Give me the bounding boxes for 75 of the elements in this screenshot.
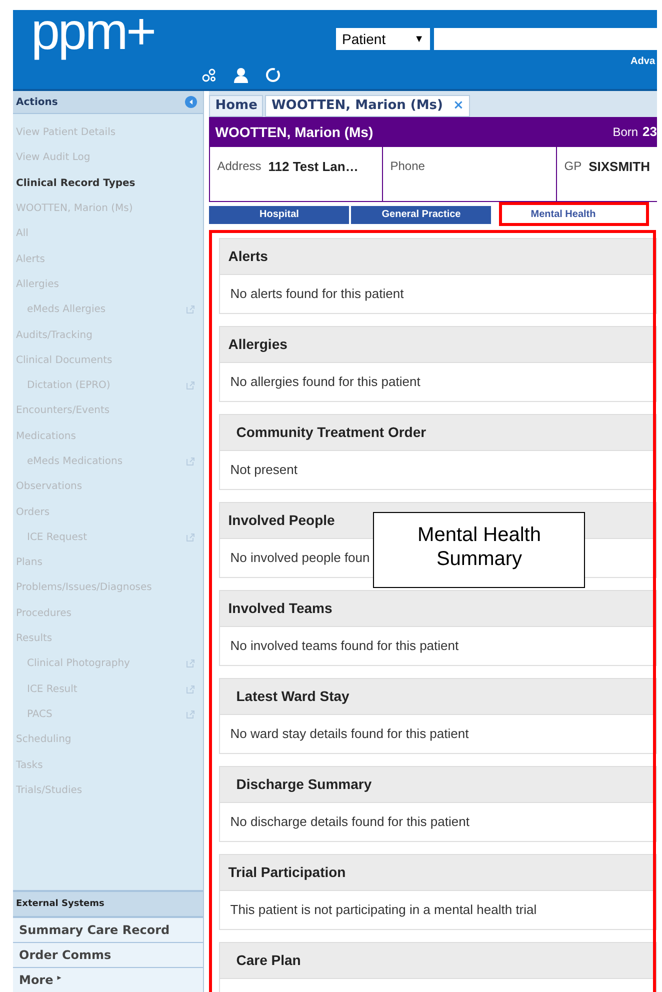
sidebar-item[interactable]: Encounters/Events bbox=[16, 405, 110, 416]
card-title: Care Plan bbox=[220, 943, 656, 979]
sidebar-item[interactable]: Audits/Tracking bbox=[16, 330, 92, 341]
sidebar-item[interactable]: Alerts bbox=[16, 254, 46, 265]
sidebar-item[interactable]: eMeds Allergies bbox=[27, 304, 106, 316]
sidebar-item[interactable]: Problems/Issues/Diagnoses bbox=[16, 582, 152, 594]
sidebar-item[interactable]: Allergies bbox=[16, 278, 59, 290]
gears-icon[interactable] bbox=[201, 67, 217, 83]
app-logo: ppm+ bbox=[31, 2, 155, 62]
refresh-icon[interactable] bbox=[265, 67, 281, 83]
card-title: Involved Teams bbox=[220, 591, 656, 627]
card-text: This patient is not participating in a mental health trial bbox=[230, 902, 537, 917]
card-text: No alerts found for this patient bbox=[230, 286, 404, 301]
card-title: Allergies bbox=[220, 327, 656, 363]
field-value: SIXSMITH bbox=[588, 159, 650, 176]
card-title: Alerts bbox=[220, 239, 656, 275]
card-text: Not present bbox=[230, 462, 298, 477]
card-text: No involved people foun bbox=[230, 550, 370, 565]
sidebar-heading: Clinical Record Types bbox=[15, 176, 136, 191]
field-label: GP bbox=[564, 159, 582, 175]
external-system-link[interactable]: Order Comms bbox=[13, 943, 204, 968]
external-system-link[interactable]: More ▸ bbox=[13, 968, 204, 992]
external-link-icon[interactable] bbox=[186, 710, 196, 719]
card-text: No ward stay details found for this patient bbox=[230, 726, 469, 741]
sidebar-item[interactable]: ICE Request bbox=[27, 532, 88, 543]
sidebar-item[interactable]: Orders bbox=[16, 506, 50, 518]
sidebar-item[interactable]: PACS bbox=[27, 708, 52, 720]
sidebar-item[interactable]: Dictation (EPRO) bbox=[27, 380, 110, 392]
advanced-search-link[interactable]: Adva bbox=[630, 56, 655, 67]
collapse-icon[interactable] bbox=[185, 96, 198, 108]
page-tab[interactable]: Home bbox=[209, 95, 264, 117]
card-title: Community Treatment Order bbox=[220, 415, 656, 451]
external-link-icon[interactable] bbox=[186, 305, 196, 314]
card-text: No allergies found for this patient bbox=[230, 374, 420, 389]
sidebar-item[interactable]: Clinical Documents bbox=[16, 354, 112, 366]
external-link-icon[interactable] bbox=[186, 457, 196, 466]
sidebar-item[interactable]: ICE Result bbox=[27, 684, 78, 695]
sidebar-item[interactable]: Results bbox=[16, 633, 52, 644]
search-type-dropdown[interactable]: Patient ▼ bbox=[336, 28, 430, 50]
patient-name: WOOTTEN, Marion (Ms) bbox=[215, 124, 374, 140]
sidebar-item[interactable]: View Audit Log bbox=[16, 152, 90, 164]
sidebar-item[interactable]: Observations bbox=[16, 481, 82, 492]
external-link-icon[interactable] bbox=[186, 532, 196, 542]
external-link-icon[interactable] bbox=[186, 659, 196, 668]
sidebar-item[interactable]: Clinical Photography bbox=[27, 658, 130, 670]
card-text: No involved teams found for this patient bbox=[230, 638, 459, 653]
sidebar-item[interactable]: eMeds Medications bbox=[27, 456, 123, 467]
sidebar-item[interactable]: All bbox=[16, 228, 28, 240]
field-value: 112 Test Lan… bbox=[268, 159, 358, 176]
field-label: Phone bbox=[390, 159, 425, 175]
card-text: No discharge details found for this patient bbox=[230, 814, 470, 829]
sidebar-item[interactable]: WOOTTEN, Marion (Ms) bbox=[16, 203, 133, 214]
user-icon[interactable] bbox=[233, 67, 249, 83]
card-title: Trial Participation bbox=[220, 855, 656, 891]
callout-box: Mental Health Summary bbox=[373, 512, 586, 588]
sidebar-item[interactable]: Medications bbox=[16, 430, 76, 442]
field-label: Address bbox=[217, 159, 262, 175]
sidebar-item[interactable]: View Patient Details bbox=[16, 127, 116, 138]
born-label: Born bbox=[612, 125, 638, 139]
sidebar-item[interactable]: Trials/Studies bbox=[16, 784, 82, 796]
sidebar-title: Actions bbox=[16, 96, 58, 108]
external-systems-header: External Systems bbox=[13, 890, 204, 918]
card-title: Discharge Summary bbox=[220, 767, 656, 803]
sidebar-item[interactable]: Plans bbox=[16, 557, 42, 568]
sidebar-item[interactable]: Scheduling bbox=[16, 734, 72, 746]
record-tab[interactable]: Hospital bbox=[209, 206, 350, 224]
record-tab[interactable]: General Practice bbox=[351, 206, 492, 224]
page-tab[interactable]: WOOTTEN, Marion (Ms) × bbox=[265, 95, 470, 117]
external-link-icon[interactable] bbox=[186, 381, 196, 390]
born-value: 23 bbox=[642, 124, 657, 139]
external-system-link[interactable]: Summary Care Record bbox=[13, 918, 204, 943]
sidebar-item[interactable]: Procedures bbox=[16, 608, 72, 619]
sidebar-item[interactable]: Tasks bbox=[16, 760, 43, 771]
external-link-icon[interactable] bbox=[186, 684, 196, 694]
card-title: Latest Ward Stay bbox=[220, 679, 656, 715]
